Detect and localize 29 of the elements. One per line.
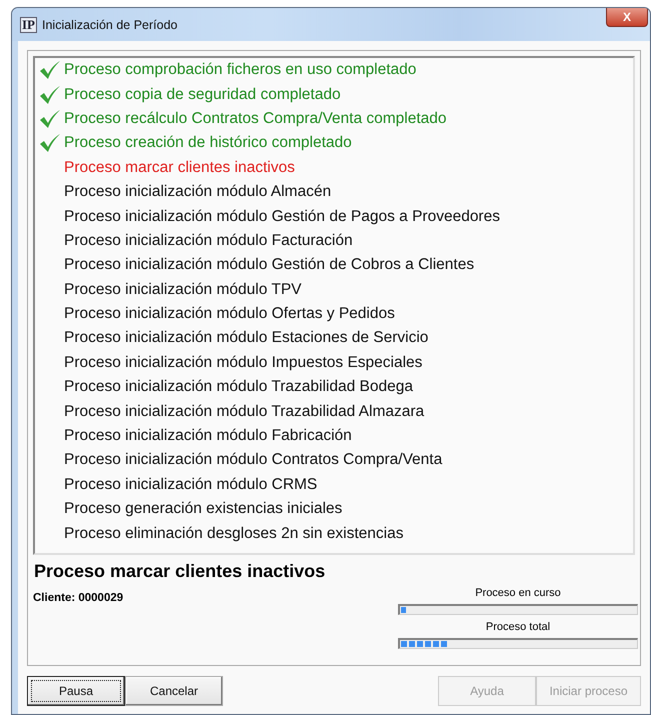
process-item: Proceso inicialización módulo Gestión de Pagos a Proveedores xyxy=(64,208,500,226)
process-item: Proceso inicialización módulo Trazabilidad Almazara xyxy=(64,402,424,421)
progress-label: Proceso en curso xyxy=(475,586,561,601)
process-item: Proceso comprobación ficheros en uso completado xyxy=(64,61,416,80)
process-item: Proceso copia de seguridad completado xyxy=(64,86,341,104)
process-item: Proceso inicialización módulo Trazabilidad Bodega xyxy=(64,378,413,396)
process-item: Proceso inicialización módulo Fabricación xyxy=(64,427,352,446)
dialog-button[interactable]: Cancelar xyxy=(125,676,223,706)
process-item: Proceso marcar clientes inactivos xyxy=(64,158,295,177)
process-item: Proceso creación de histórico completado xyxy=(64,134,352,152)
close-button[interactable]: X xyxy=(606,8,648,27)
process-item: Proceso inicialización módulo Ofertas y Pedidos xyxy=(64,305,395,324)
progress-label: Proceso total xyxy=(486,620,550,635)
process-item: Proceso inicialización módulo Gestión de Cobros a Clientes xyxy=(64,256,474,274)
process-item: Proceso inicialización módulo Estaciones de Servicio xyxy=(64,329,428,348)
current-process-title: Proceso marcar clientes inactivos xyxy=(34,561,326,581)
process-item: Proceso inicialización módulo Facturación xyxy=(64,232,353,250)
client-label: Cliente: 0000029 xyxy=(33,592,124,604)
window-title: Inicialización de Período xyxy=(42,18,178,32)
process-item: Proceso recálculo Contratos Compra/Venta completado xyxy=(64,110,447,128)
process-item: Proceso inicialización módulo CRMS xyxy=(64,476,318,494)
process-item: Proceso eliminación desgloses 2n sin existencias xyxy=(64,524,404,543)
process-item: Proceso inicialización módulo Contratos Compra/Venta xyxy=(64,451,442,470)
process-item: Proceso generación existencias iniciales xyxy=(64,500,342,518)
process-item: Proceso inicialización módulo Almacén xyxy=(64,183,332,202)
dialog-button[interactable]: Pausa xyxy=(27,676,125,706)
app-logo-icon: IP xyxy=(20,16,37,32)
process-item: Proceso inicialización módulo TPV xyxy=(64,280,302,299)
process-item: Proceso inicialización módulo Impuestos Especiales xyxy=(64,354,422,372)
